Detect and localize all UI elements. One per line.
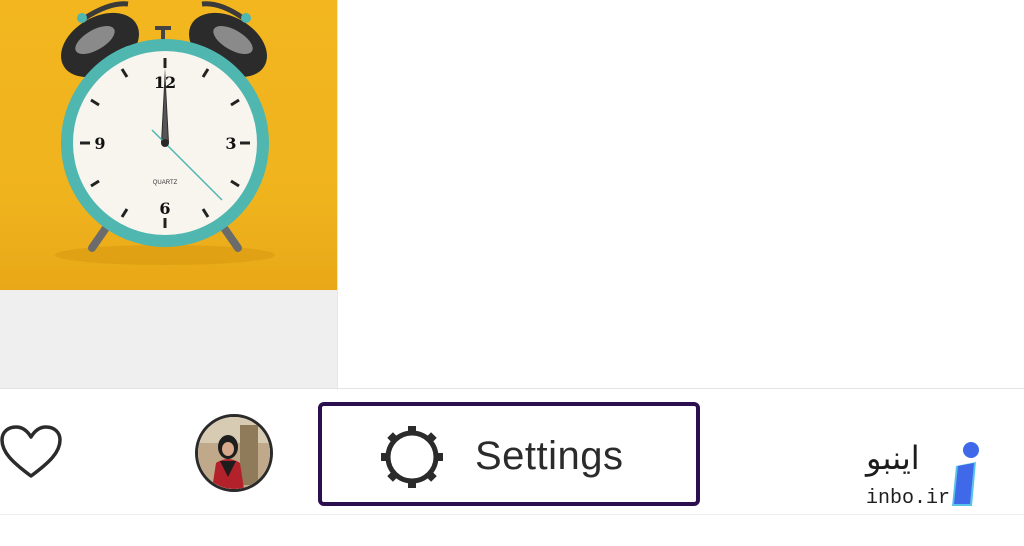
settings-label: Settings [475, 434, 624, 478]
clock-brand-label: QUARTZ [153, 180, 178, 186]
alarm-clock-image: 12 3 6 9 QUARTZ [55, 1, 275, 265]
profile-photo [198, 417, 270, 489]
bottom-divider [0, 514, 1024, 515]
toolbar-divider [0, 388, 1024, 389]
clock-numeral-9: 9 [94, 134, 105, 153]
clock-numeral-6: 6 [159, 199, 170, 218]
watermark-name: اینبو [866, 439, 920, 477]
post-thumbnail[interactable]: 12 3 6 9 QUARTZ [0, 0, 337, 290]
inbo-logo-icon [952, 442, 979, 506]
clock-numeral-3: 3 [225, 134, 236, 153]
gear-outline-icon [381, 426, 443, 488]
settings-button[interactable]: Settings [318, 402, 700, 506]
watermark-url: inbo.ir [866, 487, 951, 510]
column-divider [337, 0, 338, 390]
profile-avatar[interactable] [195, 414, 273, 492]
heart-outline-icon [0, 425, 62, 478]
thumbnail-placeholder [0, 290, 337, 388]
like-button[interactable] [0, 424, 62, 480]
